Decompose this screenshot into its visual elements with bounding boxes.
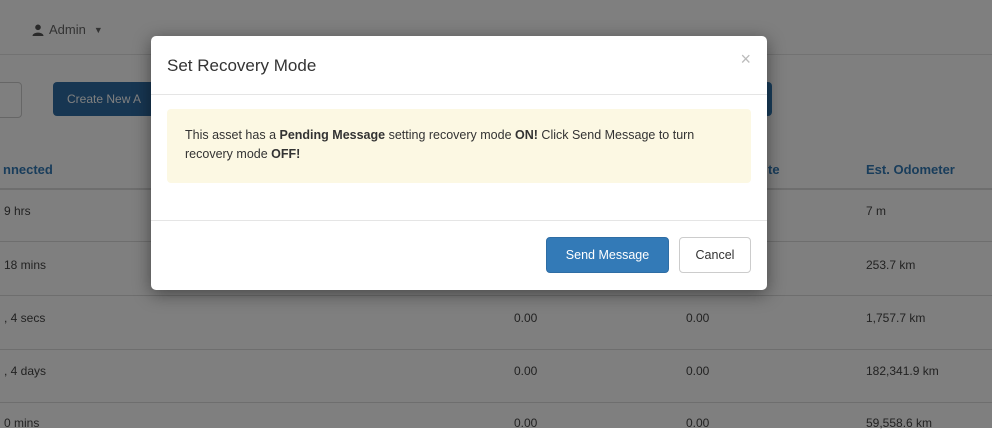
modal-title: Set Recovery Mode bbox=[167, 56, 317, 75]
alert-emphasis: OFF! bbox=[271, 147, 301, 161]
alert-text: This asset has a bbox=[185, 128, 280, 142]
alert-text: setting recovery mode bbox=[385, 128, 516, 142]
alert-emphasis: Pending Message bbox=[279, 128, 386, 142]
modal-header: Set Recovery Mode × bbox=[151, 36, 767, 95]
alert-emphasis: ON! bbox=[515, 128, 538, 142]
close-icon[interactable]: × bbox=[740, 50, 751, 68]
cancel-button[interactable]: Cancel bbox=[679, 237, 751, 273]
send-message-button[interactable]: Send Message bbox=[546, 237, 669, 273]
pending-message-alert: This asset has a Pending Message setting… bbox=[167, 109, 751, 183]
modal-body: This asset has a Pending Message setting… bbox=[151, 95, 767, 220]
modal-footer: Send Message Cancel bbox=[151, 220, 767, 290]
recovery-mode-dialog: Set Recovery Mode × This asset has a Pen… bbox=[151, 36, 767, 290]
